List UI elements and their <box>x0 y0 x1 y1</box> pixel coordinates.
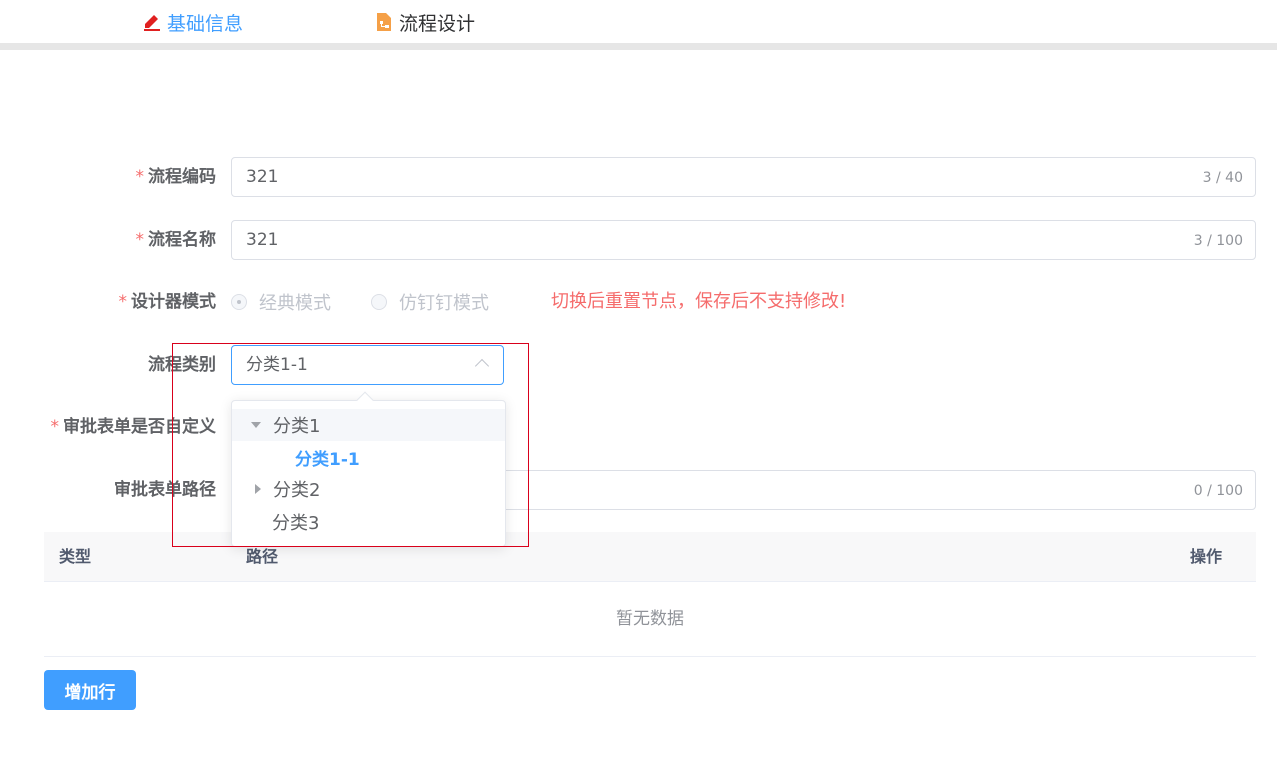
radio-classic-label: 经典模式 <box>259 293 331 314</box>
name-value: 321 <box>246 230 279 250</box>
radio-classic-dot[interactable] <box>231 294 247 310</box>
tab-flow-design-label: 流程设计 <box>399 12 476 35</box>
tab-basic-info[interactable]: 基础信息 <box>142 9 243 35</box>
tab-basic-info-label: 基础信息 <box>167 12 244 35</box>
tree-node-category-1[interactable]: 分类1 <box>232 409 505 441</box>
form-row-mode: * 设计器模式 经典模式 仿钉钉模式 切换后重置节点，保存后不支持修改! <box>0 282 1277 322</box>
tree-node-category-1-1[interactable]: 分类1-1 <box>232 441 505 473</box>
chevron-up-icon <box>474 358 490 374</box>
edit-icon <box>142 12 162 32</box>
add-row-button[interactable]: 增加行 <box>44 670 136 710</box>
mode-label: * 设计器模式 <box>118 292 217 312</box>
code-value: 321 <box>246 167 279 187</box>
tree-node-label: 分类1 <box>273 416 321 437</box>
tree-node-label: 分类3 <box>272 513 320 534</box>
tree-node-label: 分类2 <box>273 480 321 501</box>
custom-form-label: * 审批表单是否自定义 <box>50 417 217 437</box>
table-header: 类型 路径 操作 <box>44 532 1256 582</box>
name-input[interactable]: 321 3 / 100 <box>231 220 1256 260</box>
flow-document-icon <box>374 12 394 32</box>
form-row-custom-form: * 审批表单是否自定义 <box>0 407 1277 447</box>
table-empty-text: 暂无数据 <box>44 582 1256 657</box>
caret-right-icon[interactable] <box>255 484 261 494</box>
name-char-count: 3 / 100 <box>1193 233 1243 249</box>
form-row-form-path: 审批表单路径 0 / 100 <box>0 470 1277 510</box>
radio-dingtalk-dot[interactable] <box>371 294 387 310</box>
tree-node-label: 分类1-1 <box>295 449 360 470</box>
code-label: * 流程编码 <box>135 167 217 187</box>
top-tab-bar: 基础信息 流程设计 <box>0 0 1277 44</box>
mode-warning-text: 切换后重置节点，保存后不支持修改! <box>551 291 847 312</box>
tree-node-category-3[interactable]: 分类3 <box>232 506 505 538</box>
radio-dingtalk-label: 仿钉钉模式 <box>399 293 489 314</box>
category-label: 流程类别 <box>148 355 216 375</box>
form-row-code: * 流程编码 321 3 / 40 <box>0 157 1277 197</box>
form-path-label: 审批表单路径 <box>114 480 216 500</box>
form-path-char-count: 0 / 100 <box>1193 483 1243 499</box>
category-value: 分类1-1 <box>246 355 308 375</box>
mode-radio-group: 经典模式 仿钉钉模式 <box>231 282 529 322</box>
form-row-name: * 流程名称 321 3 / 100 <box>0 220 1277 260</box>
code-char-count: 3 / 40 <box>1202 170 1243 186</box>
column-header-action: 操作 <box>1189 547 1222 566</box>
name-label: * 流程名称 <box>135 230 217 250</box>
form-row-category: 流程类别 分类1-1 <box>0 345 1277 385</box>
category-select[interactable]: 分类1-1 <box>231 345 504 385</box>
code-input[interactable]: 321 3 / 40 <box>231 157 1256 197</box>
tree-node-category-2[interactable]: 分类2 <box>232 473 505 505</box>
category-dropdown: 分类1 分类1-1 分类2 分类3 <box>231 400 506 547</box>
column-header-type: 类型 <box>59 547 92 566</box>
radio-dingtalk-mode[interactable]: 仿钉钉模式 <box>371 289 489 315</box>
radio-classic-mode[interactable]: 经典模式 <box>231 289 331 315</box>
caret-down-icon[interactable] <box>251 422 261 428</box>
tab-divider <box>0 43 1277 50</box>
tab-flow-design[interactable]: 流程设计 <box>374 9 475 35</box>
